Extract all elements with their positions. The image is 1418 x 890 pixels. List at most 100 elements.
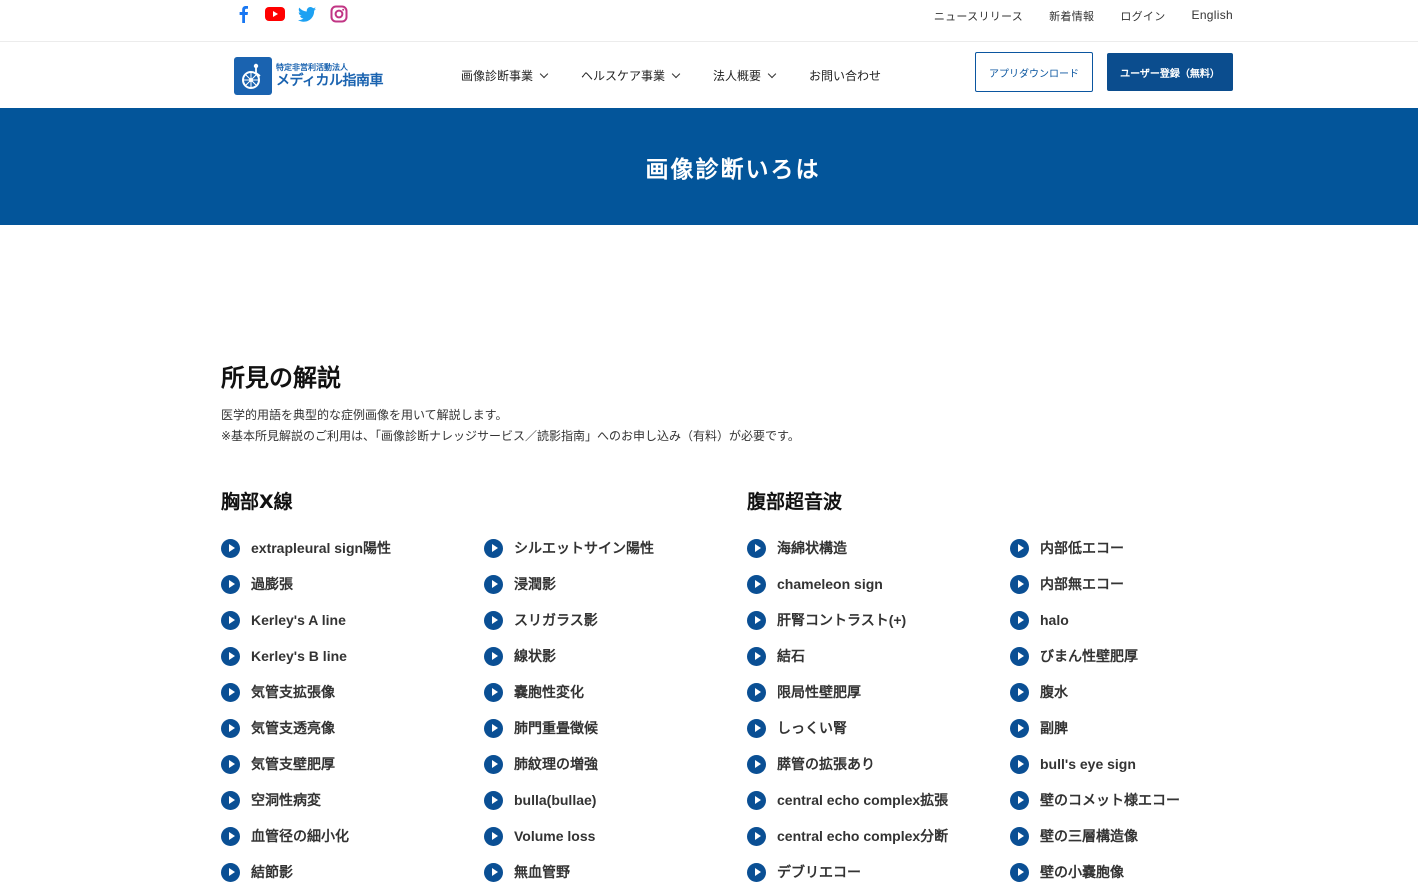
finding-link[interactable]: 肺紋理の増強 (484, 746, 654, 782)
finding-label: Volume loss (514, 828, 596, 844)
finding-link[interactable]: 空洞性病変 (221, 782, 391, 818)
finding-label: 内部低エコー (1040, 540, 1124, 556)
finding-label: bull's eye sign (1040, 756, 1136, 772)
play-circle-icon (484, 862, 503, 882)
nav-healthcare-business[interactable]: ヘルスケア事業 (581, 67, 681, 84)
finding-link[interactable]: chameleon sign (747, 566, 948, 602)
finding-link[interactable]: 結石 (747, 638, 948, 674)
finding-link[interactable]: Kerley's B line (221, 638, 391, 674)
finding-link[interactable]: central echo complex分断 (747, 818, 948, 854)
finding-link[interactable]: 過膨張 (221, 566, 391, 602)
social-links (232, 3, 350, 25)
finding-link[interactable]: 線状影 (484, 638, 654, 674)
finding-link[interactable]: 肝腎コントラスト(+) (747, 602, 948, 638)
finding-link[interactable]: central echo complex拡張 (747, 782, 948, 818)
finding-label: 空洞性病変 (251, 792, 321, 808)
finding-link[interactable]: 内部無エコー (1010, 566, 1180, 602)
english-link[interactable]: English (1192, 8, 1233, 24)
finding-link[interactable]: 気管支拡張像 (221, 674, 391, 710)
finding-link[interactable]: 血管径の細小化 (221, 818, 391, 854)
finding-link[interactable]: 気管支壁肥厚 (221, 746, 391, 782)
logo-subtitle: 特定非営利活動法人 (276, 63, 348, 72)
finding-link[interactable]: 限局性壁肥厚 (747, 674, 948, 710)
finding-link[interactable]: 壁の三層構造像 (1010, 818, 1180, 854)
finding-link[interactable]: 海綿状構造 (747, 530, 948, 566)
finding-link[interactable]: 腹水 (1010, 674, 1180, 710)
play-circle-icon (747, 718, 766, 738)
finding-link[interactable]: 内部低エコー (1010, 530, 1180, 566)
finding-link[interactable]: bulla(bullae) (484, 782, 654, 818)
twitter-icon[interactable] (296, 3, 318, 25)
nav-contact[interactable]: お問い合わせ (809, 67, 881, 84)
app-download-button[interactable]: アプリダウンロード (975, 52, 1093, 92)
finding-link[interactable]: halo (1010, 602, 1180, 638)
play-circle-icon (221, 610, 240, 630)
finding-label: 肺門重畳徴候 (514, 720, 598, 736)
finding-link[interactable]: しっくい腎 (747, 710, 948, 746)
youtube-icon[interactable] (264, 3, 286, 25)
facebook-icon[interactable] (232, 3, 254, 25)
page-title: 画像診断いろは (645, 156, 821, 183)
chevron-down-icon (671, 69, 681, 78)
play-circle-icon (484, 790, 503, 810)
play-circle-icon (221, 718, 240, 738)
finding-link[interactable]: Volume loss (484, 818, 654, 854)
finding-link[interactable]: シルエットサイン陽性 (484, 530, 654, 566)
nav-label: 画像診断事業 (461, 69, 534, 83)
finding-link[interactable]: 膵管の拡張あり (747, 746, 948, 782)
finding-link[interactable]: Kerley's A line (221, 602, 391, 638)
play-circle-icon (1010, 538, 1029, 558)
finding-label: 副脾 (1040, 720, 1068, 736)
finding-label: 嚢胞性変化 (514, 684, 584, 700)
login-link[interactable]: ログイン (1120, 8, 1165, 24)
nav-corporate-overview[interactable]: 法人概要 (713, 67, 777, 84)
play-circle-icon (221, 682, 240, 702)
finding-link[interactable]: 肺門重畳徴候 (484, 710, 654, 746)
page-banner: 画像診断いろは (0, 108, 1418, 225)
play-circle-icon (221, 646, 240, 666)
finding-link[interactable]: びまん性壁肥厚 (1010, 638, 1180, 674)
finding-label: しっくい腎 (777, 720, 847, 736)
play-circle-icon (484, 610, 503, 630)
finding-link[interactable]: 嚢胞性変化 (484, 674, 654, 710)
abdomen-list-col2: 内部低エコー 内部無エコー halo びまん性壁肥厚腹水副脾 bull's eye si… (1010, 530, 1180, 890)
finding-link[interactable]: 気管支透亮像 (221, 710, 391, 746)
play-circle-icon (1010, 790, 1029, 810)
news-release-link[interactable]: ニュースリリース (934, 8, 1023, 24)
user-register-button[interactable]: ユーザー登録（無料） (1107, 53, 1233, 91)
play-circle-icon (747, 574, 766, 594)
finding-link[interactable]: 副脾 (1010, 710, 1180, 746)
finding-label: 気管支壁肥厚 (251, 756, 335, 772)
finding-label: halo (1040, 612, 1069, 628)
finding-link[interactable]: bull's eye sign (1010, 746, 1180, 782)
finding-link[interactable]: 無血管野 (484, 854, 654, 890)
play-circle-icon (484, 574, 503, 594)
finding-label: びまん性壁肥厚 (1040, 648, 1138, 664)
finding-label: 内部無エコー (1040, 576, 1124, 592)
play-circle-icon (221, 862, 240, 882)
finding-link[interactable]: extrapleural sign陽性 (221, 530, 391, 566)
finding-link[interactable]: デブリエコー (747, 854, 948, 890)
finding-link[interactable]: 壁の小嚢胞像 (1010, 854, 1180, 890)
nav-label: ヘルスケア事業 (581, 69, 666, 83)
play-circle-icon (221, 574, 240, 594)
finding-link[interactable]: スリガラス影 (484, 602, 654, 638)
play-circle-icon (1010, 862, 1029, 882)
play-circle-icon (747, 610, 766, 630)
utility-links: ニュースリリース 新着情報 ログイン English (934, 8, 1233, 24)
play-circle-icon (484, 826, 503, 846)
play-circle-icon (221, 790, 240, 810)
play-circle-icon (221, 538, 240, 558)
finding-link[interactable]: 浸潤影 (484, 566, 654, 602)
finding-link[interactable]: 壁のコメット様エコー (1010, 782, 1180, 818)
site-logo[interactable]: 特定非営利活動法人 メディカル指南車 (234, 57, 384, 95)
whats-new-link[interactable]: 新着情報 (1049, 8, 1094, 24)
play-circle-icon (1010, 718, 1029, 738)
play-circle-icon (1010, 574, 1029, 594)
nav-imaging-business[interactable]: 画像診断事業 (461, 67, 549, 84)
finding-label: 膵管の拡張あり (777, 756, 875, 772)
play-circle-icon (747, 862, 766, 882)
nav-label: お問い合わせ (809, 69, 882, 83)
instagram-icon[interactable] (328, 3, 350, 25)
finding-link[interactable]: 結節影 (221, 854, 391, 890)
